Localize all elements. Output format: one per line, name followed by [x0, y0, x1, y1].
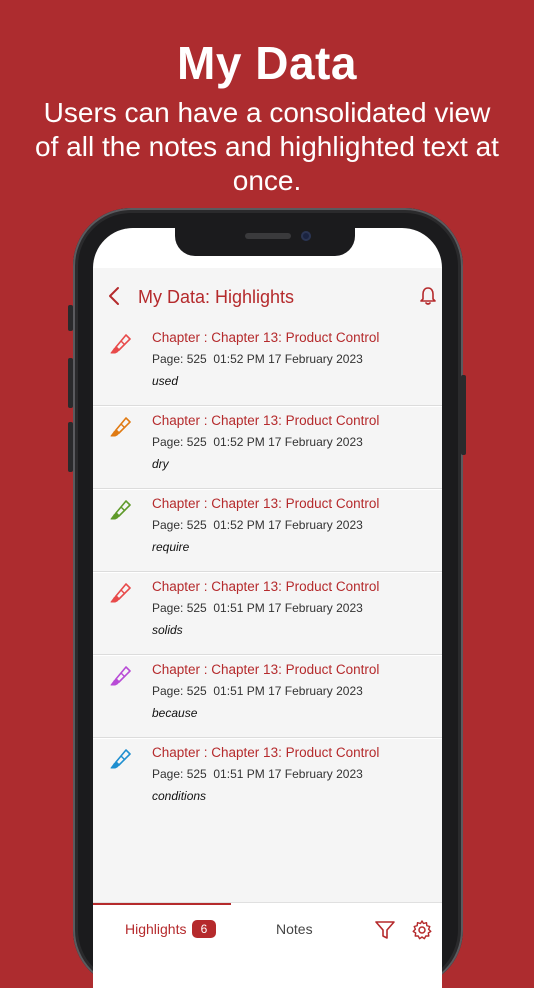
- promo-subtitle: Users can have a consolidated view of al…: [35, 97, 499, 196]
- highlight-row[interactable]: Chapter : Chapter 13: Product Control Pag…: [93, 739, 442, 821]
- highlight-text: solids: [152, 623, 183, 637]
- phone-volume-down-button: [68, 422, 73, 472]
- app-header: My Data: Highlights: [93, 268, 442, 324]
- phone-camera: [301, 231, 311, 241]
- highlight-row[interactable]: Chapter : Chapter 13: Product Control Pag…: [93, 656, 442, 738]
- tab-highlights[interactable]: Highlights: [125, 921, 186, 937]
- highlight-text: dry: [152, 457, 169, 471]
- list-empty-area: [93, 818, 442, 902]
- highlight-row[interactable]: Chapter : Chapter 13: Product Control Pag…: [93, 407, 442, 489]
- highlight-meta: Page: 525 01:52 PM 17 February 2023: [152, 435, 363, 449]
- highlighter-icon: [110, 749, 131, 769]
- highlight-chapter: Chapter : Chapter 13: Product Control: [152, 579, 380, 594]
- highlight-text: conditions: [152, 789, 207, 803]
- phone-volume-up-button: [68, 358, 73, 408]
- highlight-chapter: Chapter : Chapter 13: Product Control: [152, 662, 380, 677]
- highlight-text: because: [152, 706, 198, 720]
- highlight-meta: Page: 525 01:51 PM 17 February 2023: [152, 601, 363, 615]
- phone-screen: My Data: Highlights Chapter : Chapter 13…: [93, 228, 442, 988]
- highlight-meta: Page: 525 01:51 PM 17 February 2023: [152, 684, 363, 698]
- highlight-meta: Page: 525 01:51 PM 17 February 2023: [152, 767, 363, 781]
- highlighter-icon: [110, 583, 131, 603]
- highlights-count-badge: 6: [192, 920, 216, 938]
- highlight-row[interactable]: Chapter : Chapter 13: Product Control Pag…: [93, 573, 442, 655]
- phone-speaker: [245, 233, 291, 239]
- highlights-list: Chapter : Chapter 13: Product Control Pag…: [93, 324, 442, 822]
- highlighter-icon: [110, 417, 131, 437]
- highlighter-icon: [110, 500, 131, 520]
- highlight-row[interactable]: Chapter : Chapter 13: Product Control Pag…: [93, 324, 442, 406]
- highlight-row[interactable]: Chapter : Chapter 13: Product Control Pag…: [93, 490, 442, 572]
- filter-icon[interactable]: [374, 919, 396, 941]
- tab-notes[interactable]: Notes: [276, 921, 313, 937]
- highlight-text: require: [152, 540, 190, 554]
- chevron-left-icon[interactable]: [105, 286, 125, 306]
- highlight-chapter: Chapter : Chapter 13: Product Control: [152, 745, 380, 760]
- highlighter-icon: [110, 334, 131, 354]
- highlight-meta: Page: 525 01:52 PM 17 February 2023: [152, 352, 363, 366]
- highlight-chapter: Chapter : Chapter 13: Product Control: [152, 413, 380, 428]
- highlight-meta: Page: 525 01:52 PM 17 February 2023: [152, 518, 363, 532]
- phone-power-button: [461, 375, 466, 455]
- promo-title: My Data: [177, 37, 357, 89]
- active-tab-indicator: [93, 903, 231, 905]
- highlight-chapter: Chapter : Chapter 13: Product Control: [152, 496, 380, 511]
- highlight-chapter: Chapter : Chapter 13: Product Control: [152, 330, 380, 345]
- highlight-text: used: [152, 374, 179, 388]
- highlighter-icon: [110, 666, 131, 686]
- phone-side-button: [68, 305, 73, 331]
- bell-icon[interactable]: [418, 286, 438, 306]
- bottom-tab-bar: Highlights 6 Notes: [93, 902, 442, 988]
- page-title: My Data: Highlights: [138, 287, 295, 307]
- gear-icon[interactable]: [411, 919, 433, 941]
